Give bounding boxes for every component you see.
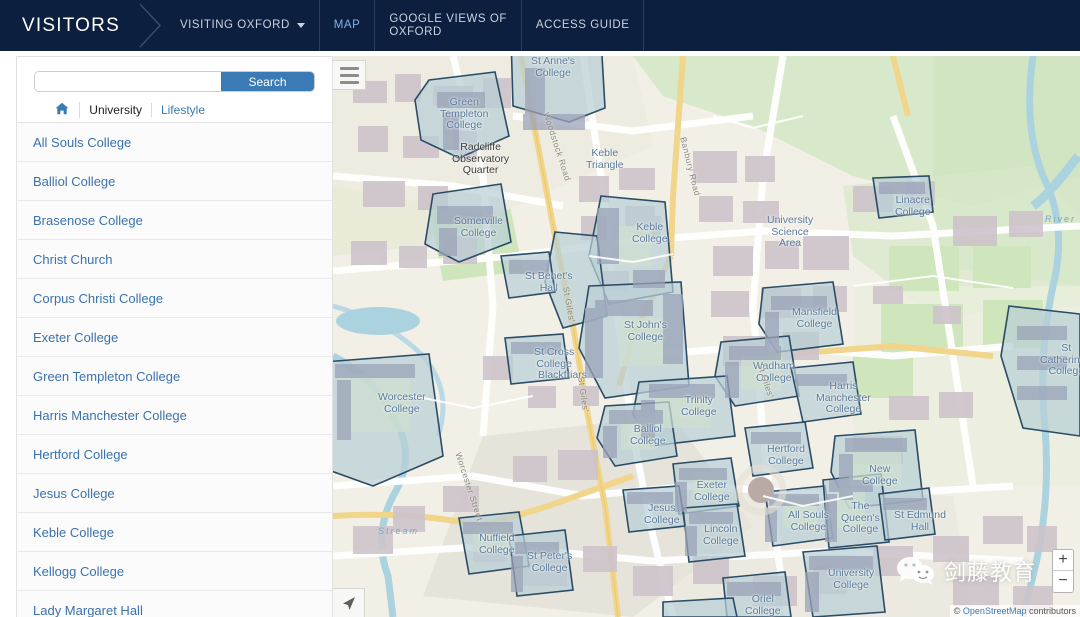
list-item[interactable]: Christ Church (17, 240, 332, 279)
map-viewport[interactable]: St Anne's College Green Templeton College… (333, 56, 1080, 617)
attribution-suffix: contributors (1026, 606, 1076, 616)
home-icon (55, 102, 69, 114)
list-item[interactable]: Corpus Christi College (17, 279, 332, 318)
list-item[interactable]: Balliol College (17, 162, 332, 201)
search-row: Search (17, 57, 332, 97)
map-locate-button[interactable] (333, 588, 365, 617)
site-brand[interactable]: VISITORS (0, 0, 138, 51)
nav-item-map[interactable]: MAP (318, 0, 375, 51)
list-item[interactable]: Lady Margaret Hall (17, 591, 332, 617)
hamburger-icon-line (339, 80, 359, 84)
map-attribution: © OpenStreetMap contributors (949, 605, 1080, 617)
list-item[interactable]: All Souls College (17, 123, 332, 162)
tab-university[interactable]: University (80, 102, 152, 117)
map-menu-button[interactable] (333, 60, 366, 90)
hamburger-icon-line (339, 66, 359, 70)
hamburger-icon-line (339, 73, 359, 77)
college-list: All Souls College Balliol College Brasen… (17, 123, 332, 617)
search-button[interactable]: Search (221, 72, 314, 91)
list-item[interactable]: Brasenose College (17, 201, 332, 240)
map-zoom-controls: + − (1052, 549, 1074, 593)
zoom-out-button[interactable]: − (1053, 571, 1073, 592)
sidebar-panel: Search University Lifestyle All Souls Co… (16, 56, 333, 617)
nav-item-google-views[interactable]: GOOGLE VIEWS OF OXFORD (374, 0, 521, 51)
top-navigation-bar: VISITORS VISITING OXFORD MAP GOOGLE VIEW… (0, 0, 1080, 51)
nav-item-access-guide[interactable]: ACCESS GUIDE (520, 0, 644, 51)
tab-home-icon[interactable] (45, 101, 81, 118)
nav-spacer (643, 0, 1080, 51)
list-item[interactable]: Jesus College (17, 474, 332, 513)
map-tiles (333, 56, 1080, 617)
search-group: Search (34, 71, 315, 92)
list-item[interactable]: Exeter College (17, 318, 332, 357)
list-item[interactable]: Green Templeton College (17, 357, 332, 396)
chevron-down-icon (296, 23, 305, 28)
navigation-arrow-icon (343, 596, 355, 610)
openstreetmap-link[interactable]: OpenStreetMap (963, 606, 1027, 616)
brand-chevron-icon (138, 0, 164, 51)
nav-item-visiting-oxford[interactable]: VISITING OXFORD (164, 0, 319, 51)
sidebar-tabs: University Lifestyle (17, 97, 332, 123)
search-input[interactable] (35, 72, 221, 91)
attribution-prefix: © (953, 606, 963, 616)
tab-lifestyle[interactable]: Lifestyle (152, 103, 214, 117)
nav-item-label: VISITING OXFORD (179, 19, 290, 31)
list-item[interactable]: Keble College (17, 513, 332, 552)
list-item[interactable]: Hertford College (17, 435, 332, 474)
nav-items: VISITING OXFORD MAP GOOGLE VIEWS OF OXFO… (164, 0, 643, 51)
list-item[interactable]: Harris Manchester College (17, 396, 332, 435)
list-item[interactable]: Kellogg College (17, 552, 332, 591)
zoom-in-button[interactable]: + (1053, 550, 1073, 571)
